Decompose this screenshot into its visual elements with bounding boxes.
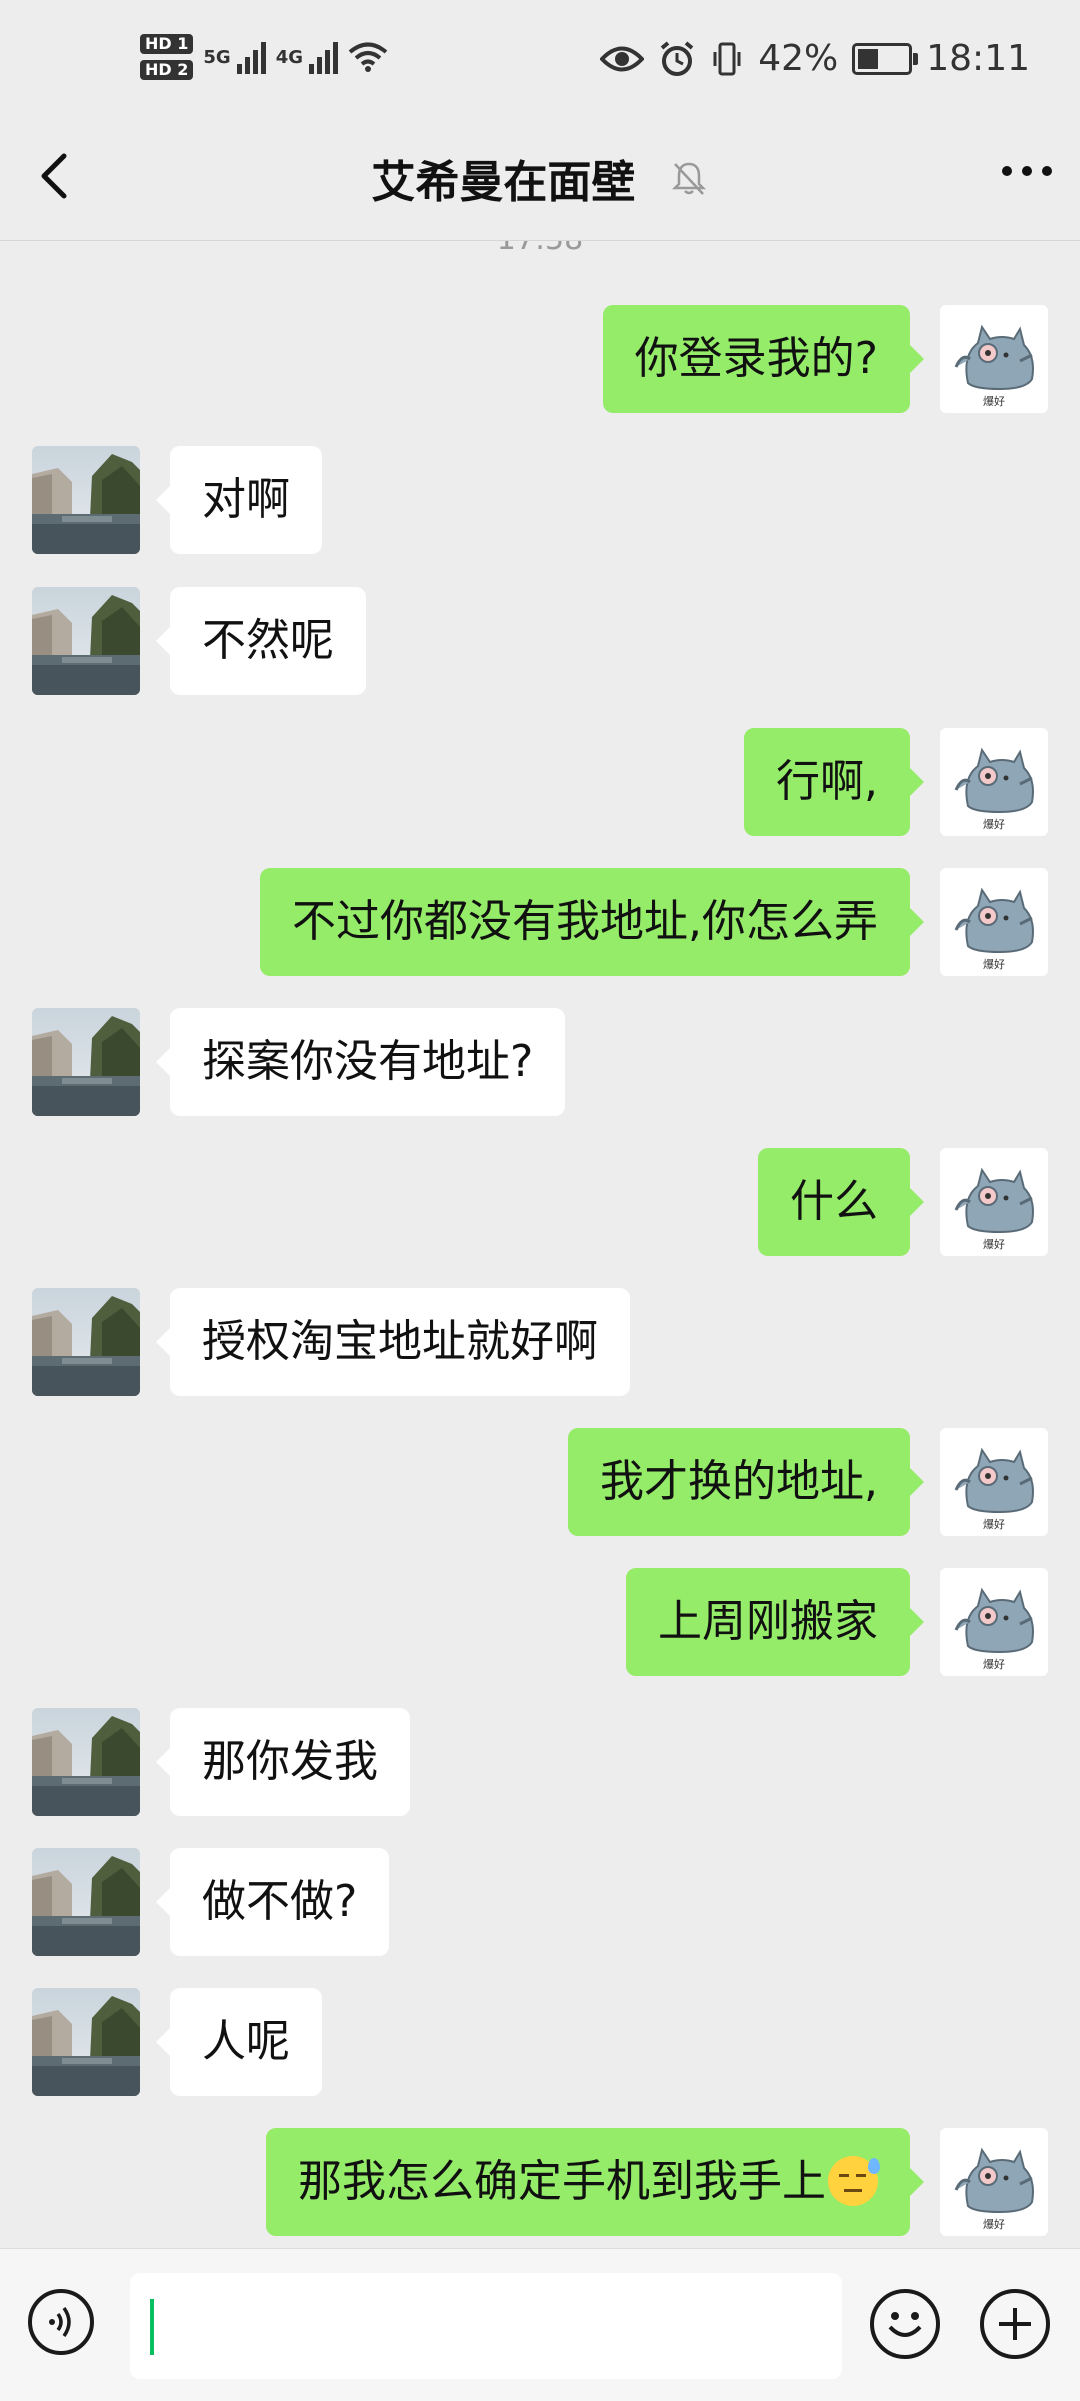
battery-fill xyxy=(858,48,879,69)
message-text: 那我怎么确定手机到我手上 xyxy=(298,2156,826,2207)
message-text: 我才换的地址, xyxy=(600,1456,878,1507)
contact-avatar[interactable] xyxy=(32,1848,140,1956)
signal-icon xyxy=(309,40,338,74)
message-row: 做不做? xyxy=(0,1848,1080,1956)
avatar-caption: 爆好 xyxy=(983,817,1005,831)
battery-icon xyxy=(852,42,919,75)
sent-message-bubble[interactable]: 那我怎么确定手机到我手上 xyxy=(266,2128,924,2236)
vibrate-icon xyxy=(713,42,741,75)
self-avatar[interactable]: 爆好 xyxy=(940,728,1048,836)
input-bar xyxy=(0,2248,1080,2401)
plus-icon[interactable] xyxy=(980,2289,1050,2359)
message-text: 做不做? xyxy=(202,1876,358,1927)
sweat-emoji-icon xyxy=(828,2156,880,2206)
message-text: 对啊 xyxy=(202,474,290,525)
received-message-bubble[interactable]: 探案你没有地址? xyxy=(155,1008,566,1116)
contact-avatar[interactable] xyxy=(32,587,140,695)
more-icon[interactable] xyxy=(1002,166,1052,176)
message-text: 授权淘宝地址就好啊 xyxy=(202,1316,598,1367)
bell-muted-icon xyxy=(671,162,706,195)
sent-message-bubble[interactable]: 我才换的地址, xyxy=(568,1428,924,1536)
avatar-caption: 爆好 xyxy=(983,957,1005,971)
self-avatar[interactable]: 爆好 xyxy=(940,1148,1048,1256)
status-left: HD 1 HD 2 5G 4G xyxy=(140,34,388,80)
message-row: 人呢 xyxy=(0,1988,1080,2096)
message-row: 爆好 我才换的地址, xyxy=(0,1428,1080,1536)
sent-message-bubble[interactable]: 你登录我的? xyxy=(602,305,925,413)
contact-avatar[interactable] xyxy=(32,1988,140,2096)
clock: 18:11 xyxy=(926,38,1030,79)
text-cursor xyxy=(150,2299,154,2355)
received-message-bubble[interactable]: 人呢 xyxy=(156,1988,322,2096)
self-avatar[interactable]: 爆好 xyxy=(940,2128,1048,2236)
chat-title: 艾希曼在面壁 xyxy=(0,146,1080,210)
message-row: 爆好 什么 xyxy=(0,1148,1080,1256)
message-row: 那你发我 xyxy=(0,1708,1080,1816)
chat-header: 艾希曼在面壁 xyxy=(0,110,1080,241)
network-5g-label: 5G xyxy=(203,46,231,68)
hd1-indicator: HD 1 xyxy=(140,34,194,54)
alarm-icon xyxy=(660,40,694,76)
message-text: 不然呢 xyxy=(202,615,334,666)
message-row: 爆好 行啊, xyxy=(0,728,1080,836)
contact-avatar[interactable] xyxy=(32,1288,140,1396)
message-text: 你登录我的? xyxy=(634,333,878,384)
message-text: 人呢 xyxy=(202,2016,290,2067)
voice-icon[interactable] xyxy=(28,2289,94,2355)
hd2-indicator: HD 2 xyxy=(140,60,194,80)
message-row: 授权淘宝地址就好啊 xyxy=(0,1288,1080,1396)
received-message-bubble[interactable]: 不然呢 xyxy=(156,587,366,695)
battery-percent: 42% xyxy=(758,38,839,79)
sent-message-bubble[interactable]: 不过你都没有我地址,你怎么弄 xyxy=(260,868,924,976)
message-row: 爆好 你登录我的? xyxy=(0,305,1080,413)
message-input[interactable] xyxy=(130,2273,842,2379)
status-right: 42% 18:11 xyxy=(600,38,1030,79)
network-4g-label: 4G xyxy=(275,46,303,68)
avatar-caption: 爆好 xyxy=(983,394,1005,408)
sent-message-bubble[interactable]: 上周刚搬家 xyxy=(626,1568,924,1676)
wifi-icon xyxy=(348,42,388,72)
received-message-bubble[interactable]: 做不做? xyxy=(155,1848,390,1956)
message-row: 爆好 那我怎么确定手机到我手上 xyxy=(0,2128,1080,2236)
message-text: 行啊, xyxy=(776,756,878,807)
avatar-caption: 爆好 xyxy=(983,1657,1005,1671)
message-text: 探案你没有地址? xyxy=(202,1036,534,1087)
message-text: 那你发我 xyxy=(202,1736,378,1787)
message-row: 对啊 xyxy=(0,446,1080,554)
sent-message-bubble[interactable]: 什么 xyxy=(758,1148,924,1256)
avatar-caption: 爆好 xyxy=(983,1237,1005,1251)
received-message-bubble[interactable]: 那你发我 xyxy=(156,1708,410,1816)
avatar-caption: 爆好 xyxy=(983,2217,1005,2231)
message-text: 什么 xyxy=(790,1176,878,1227)
emoji-icon[interactable] xyxy=(870,2289,940,2359)
message-row: 不然呢 xyxy=(0,587,1080,695)
signal-icon xyxy=(236,40,266,74)
contact-avatar[interactable] xyxy=(32,1008,140,1116)
received-message-bubble[interactable]: 授权淘宝地址就好啊 xyxy=(156,1288,630,1396)
contact-avatar[interactable] xyxy=(32,1708,140,1816)
self-avatar[interactable]: 爆好 xyxy=(940,868,1048,976)
sent-message-bubble[interactable]: 行啊, xyxy=(744,728,924,836)
self-avatar[interactable]: 爆好 xyxy=(940,305,1048,413)
received-message-bubble[interactable]: 对啊 xyxy=(156,446,322,554)
chat-title-text: 艾希曼在面壁 xyxy=(371,157,636,208)
message-row: 爆好 上周刚搬家 xyxy=(0,1568,1080,1676)
self-avatar[interactable]: 爆好 xyxy=(940,1428,1048,1536)
message-row: 探案你没有地址? xyxy=(0,1008,1080,1116)
message-text: 上周刚搬家 xyxy=(658,1596,878,1647)
message-row: 爆好 不过你都没有我地址,你怎么弄 xyxy=(0,868,1080,976)
message-text: 不过你都没有我地址,你怎么弄 xyxy=(292,896,878,947)
avatar-caption: 爆好 xyxy=(983,1517,1005,1531)
eye-icon xyxy=(600,46,645,71)
contact-avatar[interactable] xyxy=(32,446,140,554)
self-avatar[interactable]: 爆好 xyxy=(940,1568,1048,1676)
